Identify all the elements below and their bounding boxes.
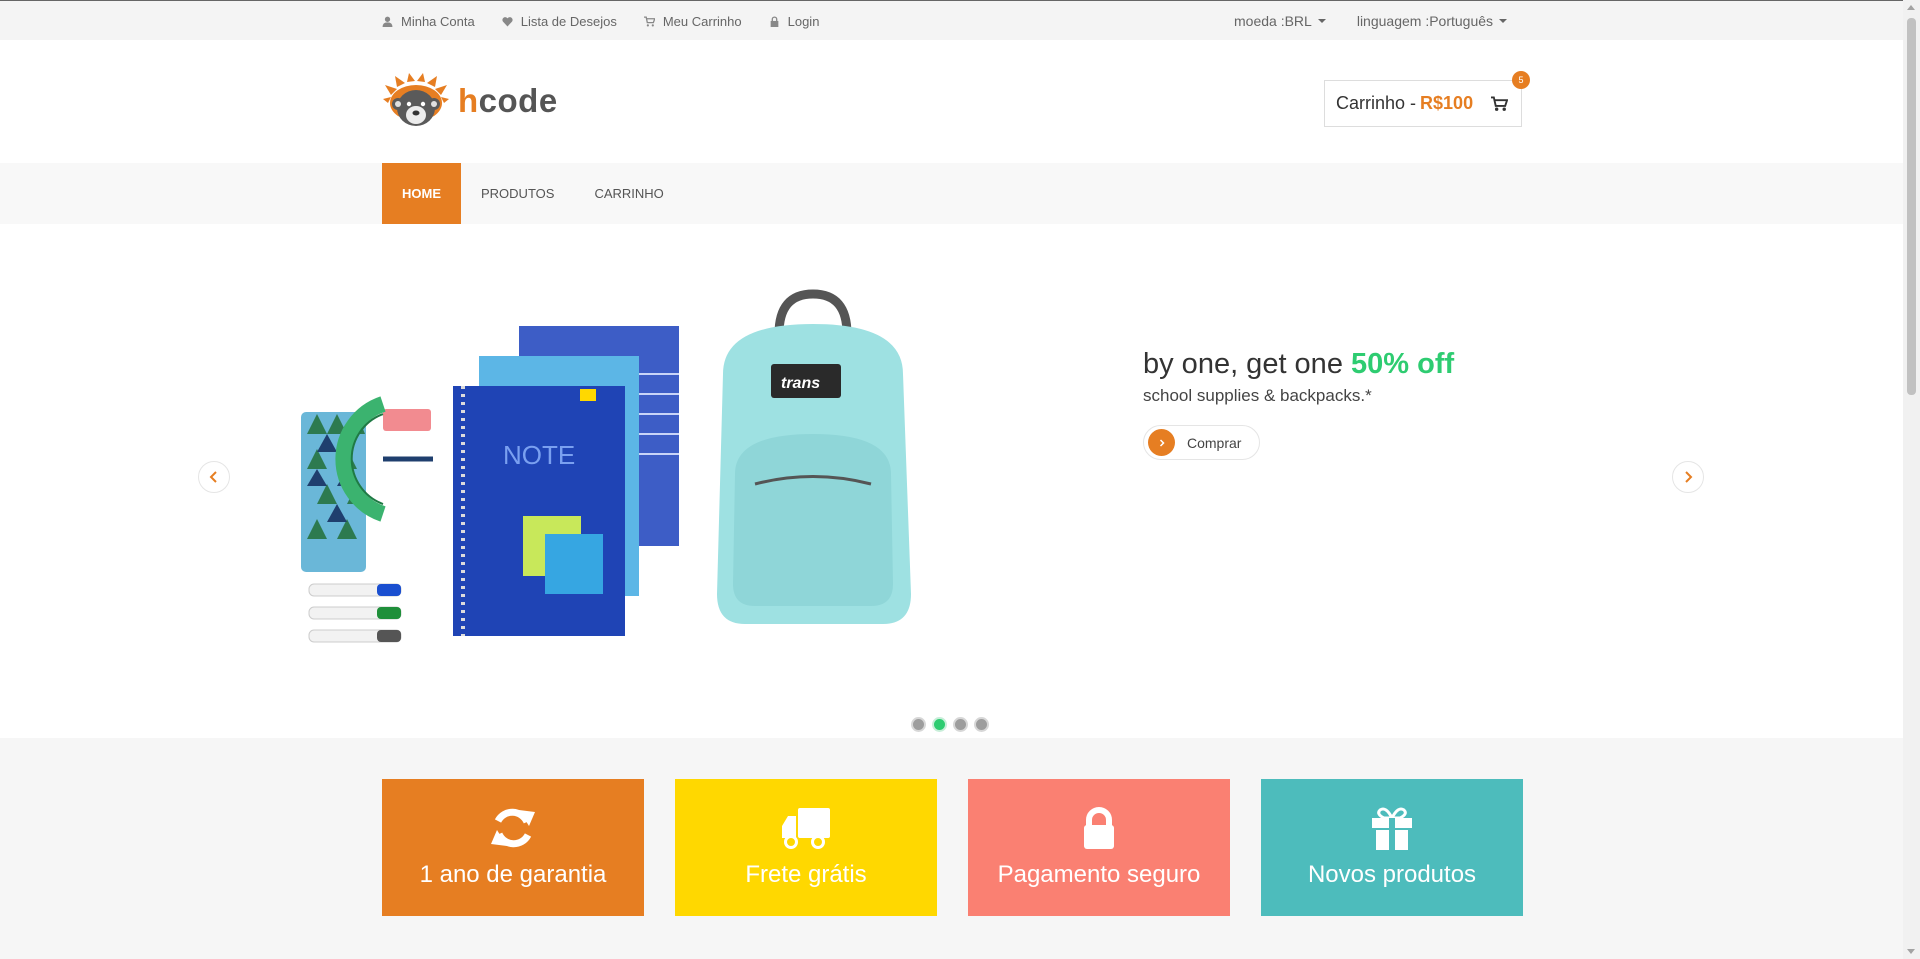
hedgehog-logo-icon (383, 73, 449, 126)
caret-down-icon (1499, 19, 1508, 23)
logo-text: hcode (458, 82, 558, 119)
promo-warranty-label: 1 ano de garantia (419, 861, 607, 888)
my-account-label: Minha Conta (401, 13, 475, 29)
promo-warranty: 1 ano de garantia (382, 779, 644, 916)
promo-free-shipping-label: Frete grátis (745, 861, 867, 888)
page-scrollbar[interactable] (1903, 0, 1920, 959)
promo-new-products-label: Novos produtos (1307, 861, 1477, 888)
site-logo[interactable]: hcode (383, 73, 558, 129)
gift-icon (1372, 807, 1412, 850)
slider-pagination (911, 717, 995, 732)
header-cart[interactable]: Carrinho - R$100 (1324, 80, 1522, 127)
slide-caption: by one, get one 50% off school supplies … (1143, 348, 1454, 460)
slide-headline: by one, get one 50% off (1143, 348, 1455, 380)
buy-button[interactable]: Comprar (1143, 425, 1260, 460)
cart-count-badge: 5 (1512, 71, 1530, 89)
scroll-down-arrow-icon[interactable] (1907, 949, 1915, 954)
caret-down-icon (1317, 19, 1326, 23)
refresh-icon (491, 808, 535, 848)
login-label: Login (787, 13, 820, 29)
scrollbar-thumb[interactable] (1907, 18, 1916, 395)
nav-home[interactable]: HOME (382, 163, 461, 224)
cart-icon (643, 15, 655, 26)
wishlist-link[interactable]: Lista de Desejos (502, 14, 617, 29)
truck-icon (782, 808, 830, 849)
chevron-right-icon (1148, 429, 1175, 456)
lock-icon (770, 15, 778, 27)
promo-free-shipping: Frete grátis (675, 779, 937, 916)
slider-prev-button[interactable] (198, 461, 230, 493)
wishlist-label: Lista de Desejos (520, 13, 617, 29)
offer-highlight: 50% off (1351, 348, 1455, 380)
login-link[interactable]: Login (769, 13, 820, 29)
cart-label: Carrinho - (1336, 93, 1417, 113)
slide-subline: school supplies & backpacks.* (1143, 386, 1372, 405)
top-bar: Minha Conta Lista de Desejos Meu Carrinh… (0, 0, 1903, 40)
slider-dot-4[interactable] (974, 717, 989, 732)
currency-dropdown[interactable]: moeda :BRL (1234, 13, 1326, 29)
user-icon (382, 16, 393, 27)
currency-label: moeda :BRL (1234, 13, 1312, 29)
slider-dot-1[interactable] (911, 717, 926, 732)
promo-new-products: Novos produtos (1261, 779, 1523, 916)
chevron-left-icon (209, 471, 217, 483)
main-nav: HOME PRODUTOS CARRINHO (0, 163, 1903, 224)
scroll-up-arrow-icon[interactable] (1907, 5, 1915, 10)
svg-text:trans: trans (781, 375, 820, 392)
my-cart-link[interactable]: Meu Carrinho (643, 13, 742, 29)
my-cart-label: Meu Carrinho (662, 13, 742, 29)
slider-dot-2[interactable] (932, 717, 947, 732)
slider-dot-3[interactable] (953, 717, 968, 732)
nav-cart[interactable]: CARRINHO (574, 163, 683, 224)
locale-dropdowns: moeda :BRL linguagem :Português (1234, 1, 1538, 41)
promo-section: 1 ano de garantia Frete grátis Pagamento… (0, 738, 1903, 959)
hero-slider: NOTE trans by one, get one 50% off schoo… (0, 224, 1903, 738)
account-links: Minha Conta Lista de Desejos Meu Carrinh… (382, 1, 846, 41)
heart-icon (502, 16, 513, 26)
chevron-right-icon (1685, 471, 1693, 483)
cart-amount: R$100 (1420, 93, 1474, 113)
cart-icon (1491, 96, 1508, 111)
nav-products[interactable]: PRODUTOS (461, 163, 574, 224)
language-dropdown[interactable]: linguagem :Português (1356, 13, 1508, 29)
slider-next-button[interactable] (1672, 461, 1704, 493)
buy-button-label: Comprar (1187, 434, 1242, 451)
my-account-link[interactable]: Minha Conta (382, 14, 475, 29)
svg-text:NOTE: NOTE (503, 440, 575, 470)
lock-icon (1084, 807, 1114, 849)
promo-secure-payment-label: Pagamento seguro (997, 861, 1201, 888)
promo-secure-payment: Pagamento seguro (968, 779, 1230, 916)
school-supplies-image: NOTE trans (301, 289, 911, 643)
language-label: linguagem :Português (1356, 13, 1494, 29)
